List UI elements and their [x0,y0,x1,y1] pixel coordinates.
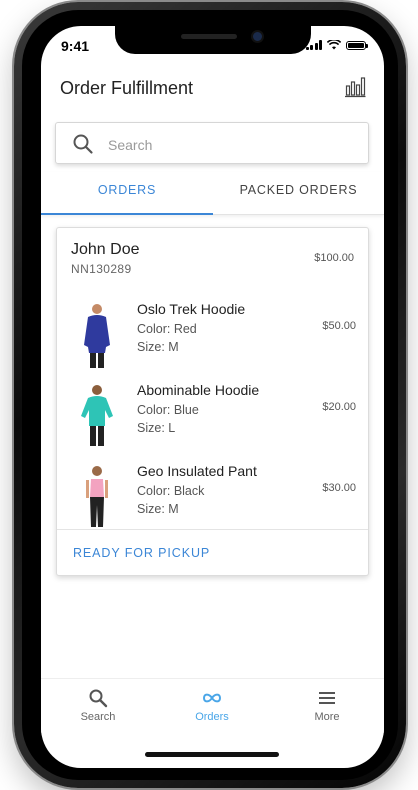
product-name: Oslo Trek Hoodie [137,301,246,317]
search-icon [89,689,108,708]
status-icons [305,40,368,50]
product-price: $20.00 [322,401,356,413]
cellular-signal-icon [305,40,322,50]
wifi-icon [327,40,341,50]
front-camera [253,32,262,41]
order-number: NN130289 [71,262,132,276]
product-color: Color: Black [137,484,205,498]
nav-search-label: Search [80,711,116,723]
notch [115,26,311,54]
order-card[interactable]: John Doe NN130289 $100.00 Oslo Trek Hood… [56,227,369,576]
nav-more[interactable]: More [270,679,384,735]
product-price: $50.00 [322,320,356,332]
battery-icon [346,40,368,50]
bottom-nav: Search Orders More [41,678,384,735]
product-image-pant [86,466,108,527]
product-size: Size: L [137,421,176,435]
list-item: Oslo Trek Hoodie Color: Red Size: M $50.… [57,301,370,381]
nav-orders[interactable]: Orders [155,679,269,735]
nav-search[interactable]: Search [41,679,155,735]
order-total: $100.00 [314,252,354,264]
app-screen: 9:41 Order Fulfillment ORDERS PACKED ORD… [41,26,384,768]
status-time: 9:41 [61,38,90,54]
page-title: Order Fulfillment [60,78,194,98]
search-bar [55,122,369,164]
bar-chart-icon[interactable] [344,76,366,98]
list-item: Abominable Hoodie Color: Blue Size: L $2… [57,382,370,462]
product-color: Color: Red [137,322,197,336]
product-color: Color: Blue [137,403,199,417]
product-price: $30.00 [322,482,356,494]
search-icon [73,134,93,154]
infinity-icon [202,693,222,703]
nav-orders-label: Orders [195,711,229,723]
product-size: Size: M [137,340,179,354]
list-item: Geo Insulated Pant Color: Black Size: M … [57,463,370,543]
home-indicator [145,752,279,757]
card-divider [57,529,368,530]
order-tabs: ORDERS PACKED ORDERS [41,172,384,215]
product-image-hoodie [84,304,110,368]
nav-more-label: More [314,711,340,723]
product-name: Abominable Hoodie [137,382,260,398]
menu-icon [319,692,335,704]
tab-packed-orders[interactable]: PACKED ORDERS [213,172,384,214]
product-size: Size: M [137,502,179,516]
tab-orders[interactable]: ORDERS [41,172,213,214]
customer-name: John Doe [71,241,140,258]
product-image-hoodie [81,385,113,446]
product-name: Geo Insulated Pant [137,463,257,479]
ready-for-pickup-button[interactable]: READY FOR PICKUP [73,546,210,560]
search-input[interactable] [106,133,350,157]
speaker-grille [181,34,237,39]
active-tab-indicator [41,213,213,215]
